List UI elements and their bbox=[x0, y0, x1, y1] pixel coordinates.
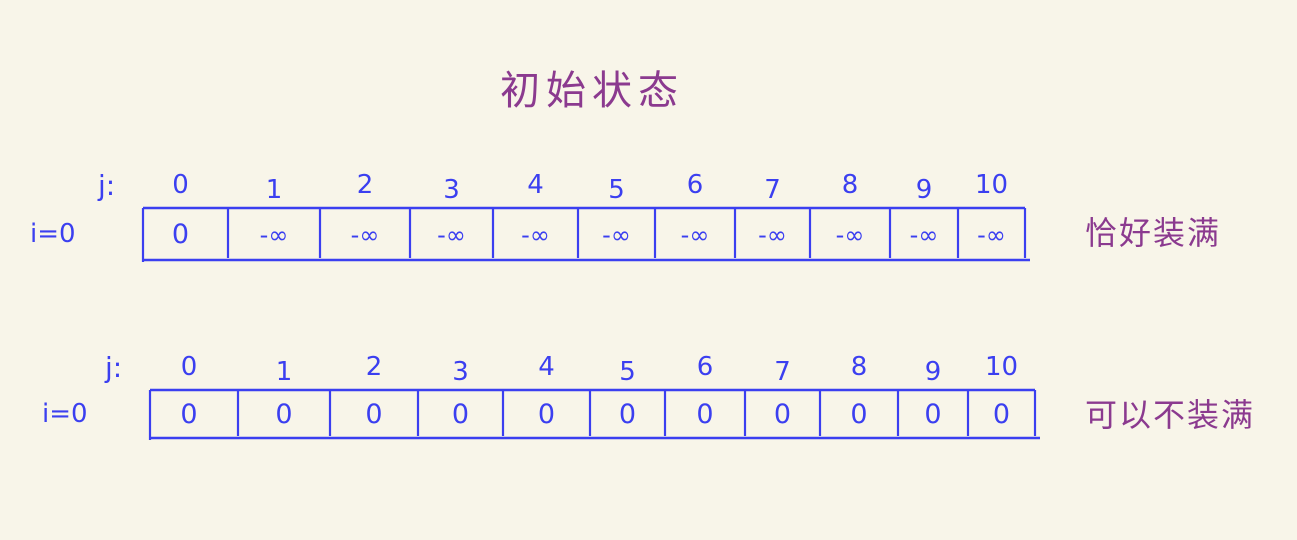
cell-value: -∞ bbox=[602, 221, 631, 249]
row-label: i=0 bbox=[30, 219, 76, 249]
column-index: 1 bbox=[266, 175, 283, 205]
cell-value: -∞ bbox=[977, 221, 1006, 249]
dp-tables: i=0j: 001-∞2-∞3-∞4-∞5-∞6-∞7-∞8-∞9-∞10-∞i=… bbox=[30, 169, 1040, 440]
row-label: i=0 bbox=[42, 399, 88, 429]
column-index: 9 bbox=[916, 175, 933, 205]
column-index: 8 bbox=[851, 352, 868, 382]
cell-value: -∞ bbox=[260, 221, 289, 249]
cell-value: 0 bbox=[180, 399, 197, 430]
column-index: 6 bbox=[697, 352, 714, 382]
cell-value: -∞ bbox=[351, 221, 380, 249]
cell-value: 0 bbox=[452, 399, 469, 430]
cell-value: -∞ bbox=[437, 221, 466, 249]
cell-value: 0 bbox=[850, 399, 867, 430]
cell-value: -∞ bbox=[758, 221, 787, 249]
column-prefix: j: bbox=[97, 169, 115, 202]
cell-value: 0 bbox=[696, 399, 713, 430]
cell-value: 0 bbox=[774, 399, 791, 430]
column-index: 4 bbox=[527, 170, 544, 200]
column-index: 9 bbox=[925, 357, 942, 387]
column-index: 10 bbox=[985, 352, 1018, 382]
cell-value: 0 bbox=[365, 399, 382, 430]
column-index: 2 bbox=[357, 170, 374, 200]
column-index: 5 bbox=[619, 357, 636, 387]
column-index: 0 bbox=[181, 352, 198, 382]
column-prefix: j: bbox=[104, 351, 122, 384]
cell-value: 0 bbox=[538, 399, 555, 430]
cell-value: 0 bbox=[619, 399, 636, 430]
column-index: 8 bbox=[842, 170, 859, 200]
column-index: 7 bbox=[774, 357, 791, 387]
cell-value: 0 bbox=[275, 399, 292, 430]
cell-value: -∞ bbox=[910, 221, 939, 249]
column-index: 4 bbox=[538, 352, 555, 382]
column-index: 1 bbox=[276, 357, 293, 387]
cell-value: -∞ bbox=[836, 221, 865, 249]
column-index: 5 bbox=[608, 175, 625, 205]
cell-value: -∞ bbox=[681, 221, 710, 249]
cell-value: 0 bbox=[993, 399, 1010, 430]
column-index: 3 bbox=[443, 175, 460, 205]
column-index: 10 bbox=[975, 170, 1008, 200]
cell-value: 0 bbox=[172, 219, 189, 250]
column-index: 7 bbox=[764, 175, 781, 205]
column-index: 2 bbox=[366, 352, 383, 382]
cell-value: -∞ bbox=[521, 221, 550, 249]
cell-value: 0 bbox=[924, 399, 941, 430]
column-index: 3 bbox=[452, 357, 469, 387]
column-index: 0 bbox=[172, 170, 189, 200]
column-index: 6 bbox=[687, 170, 704, 200]
